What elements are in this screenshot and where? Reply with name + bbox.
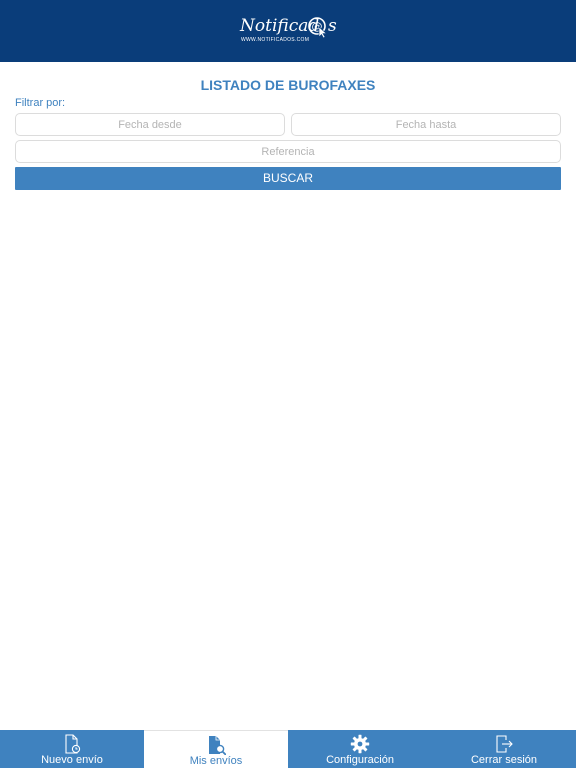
gear-icon: [350, 734, 370, 754]
tab-label: Nuevo envío: [41, 754, 103, 766]
filter-label: Filtrar por:: [15, 97, 66, 109]
tab-label: Configuración: [326, 754, 394, 766]
logo-url: WWW.NOTIFICADOS.COM: [241, 37, 310, 43]
tab-label: Mis envíos: [189, 755, 243, 767]
tab-nuevo-envio[interactable]: Nuevo envío: [0, 730, 144, 768]
logout-icon: [496, 735, 513, 753]
notificados-logo: Notificad @ s WWW.NOTIFICADOS.COM: [240, 16, 340, 46]
tab-configuracion[interactable]: Configuración: [288, 730, 432, 768]
fecha-hasta-input[interactable]: [291, 113, 561, 136]
buscar-button[interactable]: BUSCAR: [15, 167, 561, 190]
referencia-input[interactable]: [15, 140, 561, 163]
fecha-desde-input[interactable]: [15, 113, 285, 136]
at-cursor-icon: @: [308, 17, 328, 38]
tab-label: Cerrar sesión: [470, 754, 538, 766]
tab-bar: Nuevo envío Mis envíos Configuración Cer…: [0, 730, 576, 768]
new-document-icon: [65, 734, 81, 754]
search-document-icon: [209, 736, 226, 755]
tab-mis-envios[interactable]: Mis envíos: [144, 730, 288, 768]
tab-cerrar-sesion[interactable]: Cerrar sesión: [432, 730, 576, 768]
logo-text-tail: s: [328, 16, 337, 36]
page-title: LISTADO DE BUROFAXES: [200, 77, 376, 93]
app-header: Notificad @ s WWW.NOTIFICADOS.COM: [0, 0, 576, 62]
app-window: Notificad @ s WWW.NOTIFICADOS.COM LISTAD…: [0, 0, 576, 768]
